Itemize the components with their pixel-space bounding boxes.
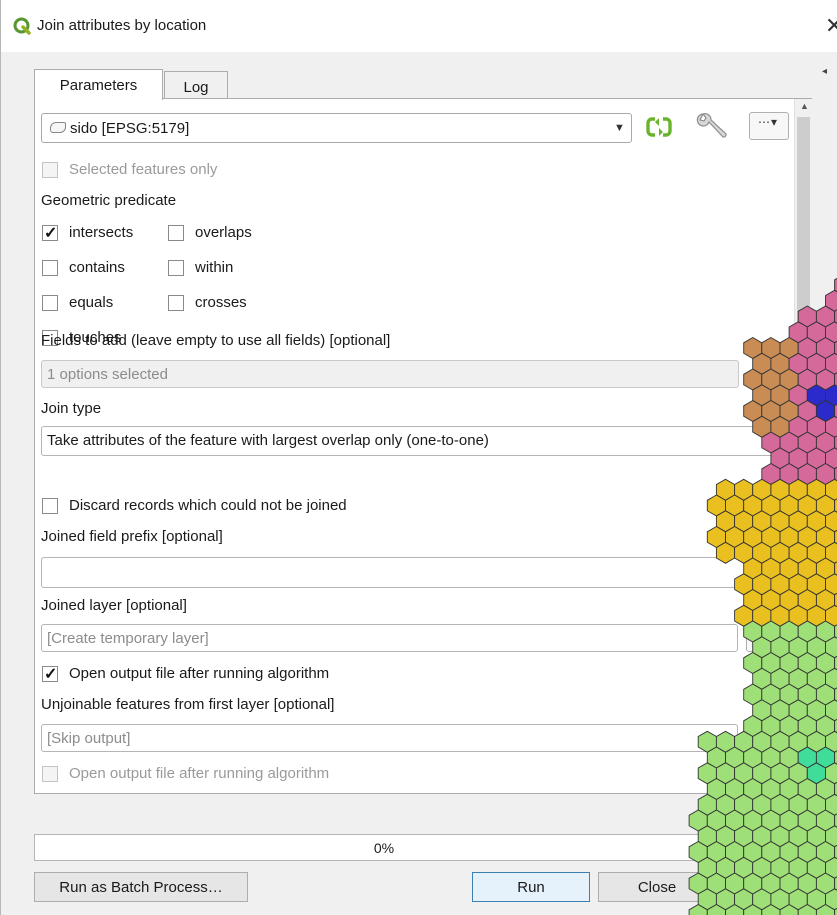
input-layer-combo[interactable]: sido [EPSG:5179] ▼ [41,113,632,143]
contains-label: contains [69,259,125,276]
equals-label: equals [69,294,114,311]
selected-features-only-label: Selected features only [69,161,218,178]
close-window-button[interactable]: ✕ [825,13,837,39]
window-title: Join attributes by location [37,17,207,34]
run-as-batch-button[interactable]: Run as Batch Process… [34,872,248,902]
crosses-checkbox[interactable] [168,295,184,311]
progress-bar: 0% [34,834,734,861]
collapse-arrow-icon[interactable]: ◂ [822,66,827,77]
input-layer-value: sido [EPSG:5179] [70,120,190,137]
open-joined-output-label: Open output file after running algorithm [69,665,330,682]
overlaps-checkbox[interactable] [168,225,184,241]
more-options-button[interactable]: ⋯▾ [749,112,789,140]
more-options-label: ⋯▾ [758,115,779,129]
tab-log-label: Log [183,79,209,96]
join-type-combo[interactable]: Take attributes of the feature with larg… [41,426,781,456]
qgis-logo-icon [13,17,31,35]
within-checkbox[interactable] [168,260,184,276]
tab-parameters[interactable]: Parameters [34,69,163,100]
joined-prefix-label: Joined field prefix [optional] [41,528,223,545]
chevron-down-icon: ▼ [614,122,625,134]
join-type-value: Take attributes of the feature with larg… [47,432,489,449]
run-button[interactable]: Run [472,872,590,902]
iterate-features-icon[interactable] [646,114,672,140]
intersects-checkbox[interactable] [42,223,58,243]
open-joined-output-checkbox[interactable] [42,664,58,684]
crosses-label: crosses [195,294,247,311]
progress-text: 0% [373,840,395,856]
contains-checkbox[interactable] [42,260,58,276]
within-label: within [195,259,234,276]
tab-parameters-label: Parameters [59,77,138,94]
join-type-label: Join type [41,400,102,417]
unjoinable-placeholder: [Skip output] [47,730,131,747]
joined-layer-output[interactable]: [Create temporary layer] [41,624,738,652]
joined-layer-placeholder: [Create temporary layer] [47,630,209,647]
joined-layer-label: Joined layer [optional] [41,597,187,614]
run-as-batch-label: Run as Batch Process… [59,879,223,896]
title-bar: Join attributes by location ✕ [1,0,837,52]
geometric-predicate-heading: Geometric predicate [41,192,177,209]
fields-to-add-input[interactable]: 1 options selected [41,360,739,388]
unjoinable-label: Unjoinable features from first layer [op… [41,696,335,713]
fields-to-add-label: Fields to add (leave empty to use all fi… [41,332,391,349]
equals-checkbox[interactable] [42,295,58,311]
wrench-settings-icon[interactable] [695,110,729,144]
joined-prefix-input[interactable] [41,557,781,588]
polygon-layer-icon [50,122,66,133]
scroll-up-arrow-icon[interactable]: ▲ [800,101,809,111]
open-unjoinable-output-label: Open output file after running algorithm [69,765,330,782]
discard-records-label: Discard records which could not be joine… [69,497,347,514]
intersects-label: intersects [69,224,134,241]
discard-records-checkbox[interactable] [42,498,58,514]
selected-features-only-checkbox[interactable] [42,162,58,178]
fields-to-add-value: 1 options selected [47,366,168,383]
unjoinable-output[interactable]: [Skip output] [41,724,738,752]
tab-log[interactable]: Log [164,71,228,99]
run-label: Run [517,879,545,896]
scrollbar-thumb[interactable] [797,117,810,327]
open-unjoinable-output-checkbox[interactable] [42,766,58,782]
overlaps-label: overlaps [195,224,252,241]
